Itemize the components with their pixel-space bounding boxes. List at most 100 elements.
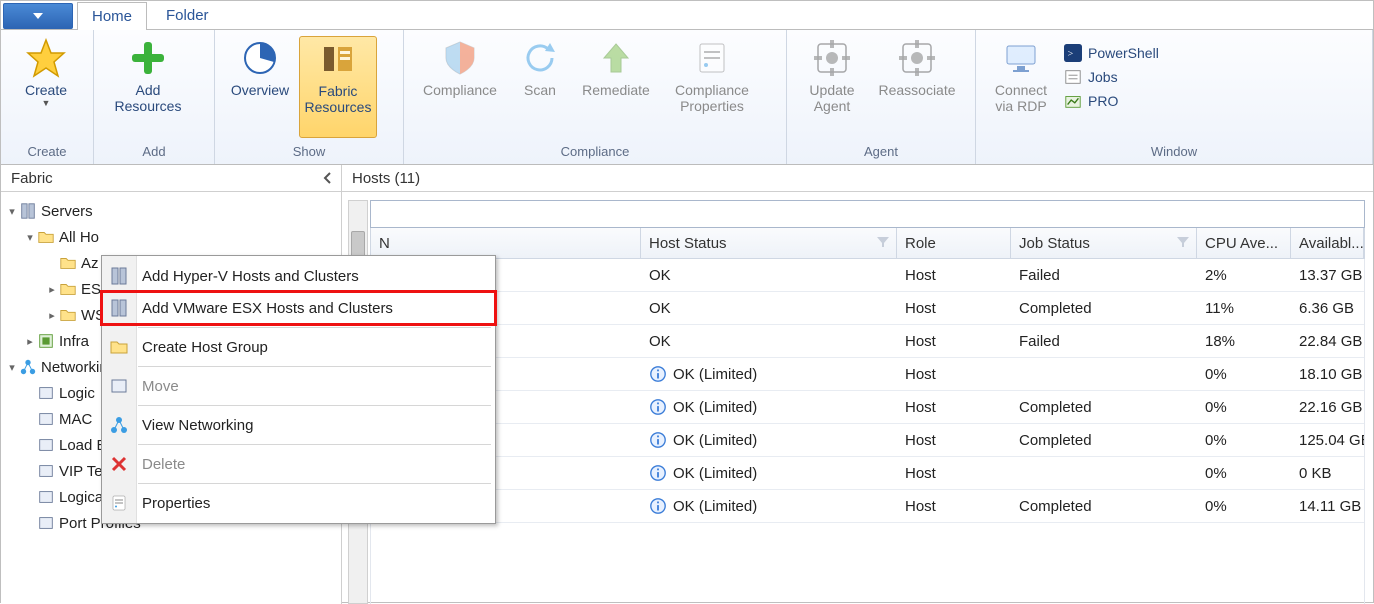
monitor-icon — [1001, 38, 1041, 78]
group-caption-add: Add — [100, 144, 208, 164]
table-row[interactable]: OKHostFailed18%22.84 GB — [371, 325, 1364, 358]
menu-separator — [138, 444, 491, 445]
tree-node-label: Servers — [41, 203, 93, 220]
powershell-icon — [1064, 44, 1082, 62]
col-role-label: Role — [905, 235, 936, 252]
cell-status: OK — [641, 300, 897, 317]
servers-icon — [19, 202, 37, 220]
compliance-button: Compliance — [410, 36, 510, 138]
col-name[interactable]: N — [371, 228, 641, 258]
expand-toggle-icon[interactable]: ▾ — [5, 361, 19, 374]
cell-role: Host — [897, 399, 1011, 416]
table-row[interactable]: OK (Limited)Host0%18.10 GB — [371, 358, 1364, 391]
table-row[interactable]: OK (Limited)HostCompleted0%22.16 GB — [371, 391, 1364, 424]
expand-toggle-icon[interactable]: ▸ — [45, 283, 59, 296]
search-input[interactable] — [370, 200, 1365, 228]
table-row[interactable]: OK (Limited)HostCompleted0%125.04 GB — [371, 424, 1364, 457]
move-icon — [109, 376, 129, 396]
menu-item[interactable]: Properties — [102, 487, 495, 519]
infra-icon — [37, 332, 55, 350]
cell-cpu: 0% — [1197, 399, 1291, 416]
tab-strip: Home Folder — [1, 1, 1373, 30]
ribbon: Create ▼ Create Add Resources Add Overvi… — [1, 30, 1373, 165]
cell-memory: 22.16 GB — [1291, 399, 1364, 416]
info-icon — [649, 464, 667, 482]
nav-title: Fabric — [11, 170, 53, 187]
connect-rdp-button: Connect via RDP — [982, 36, 1060, 138]
add-resources-button[interactable]: Add Resources — [100, 36, 196, 138]
cell-status: OK — [641, 267, 897, 284]
menu-item-label: View Networking — [142, 417, 253, 434]
tree-node[interactable]: ▾ Servers — [1, 198, 341, 224]
jobs-button[interactable]: Jobs — [1064, 68, 1159, 86]
col-memory[interactable]: Availabl... — [1291, 228, 1364, 258]
table-row[interactable]: OKHostFailed2%13.37 GB — [371, 259, 1364, 292]
dropdown-caret-icon: ▼ — [42, 98, 51, 108]
cell-job: Completed — [1011, 432, 1197, 449]
col-name-label: N — [379, 235, 390, 252]
expand-toggle-icon[interactable]: ▸ — [23, 335, 37, 348]
col-host-status[interactable]: Host Status — [641, 228, 897, 258]
menu-item[interactable]: View Networking — [102, 409, 495, 441]
create-button[interactable]: Create ▼ — [7, 36, 85, 138]
lb-icon — [37, 436, 55, 454]
tab-folder[interactable]: Folder — [151, 1, 224, 29]
menu-item[interactable]: Add VMware ESX Hosts and Clusters — [102, 292, 495, 324]
fabric-resources-label: Fabric Resources — [305, 83, 372, 115]
app-menu-button[interactable] — [3, 3, 73, 29]
cell-cpu: 0% — [1197, 366, 1291, 383]
pro-button[interactable]: PRO — [1064, 92, 1159, 110]
compliance-label: Compliance — [423, 82, 497, 98]
main-title: Hosts (11) — [352, 170, 420, 187]
group-caption-show: Show — [221, 144, 397, 164]
menu-separator — [138, 483, 491, 484]
filter-icon[interactable] — [1176, 235, 1190, 249]
col-job-status[interactable]: Job Status — [1011, 228, 1197, 258]
table-row[interactable]: OKHostCompleted11%6.36 GB — [371, 292, 1364, 325]
menu-item-label: Create Host Group — [142, 339, 268, 356]
cell-cpu: 2% — [1197, 267, 1291, 284]
properties-icon — [692, 38, 732, 78]
remediate-label: Remediate — [582, 82, 650, 98]
powershell-button[interactable]: PowerShell — [1064, 44, 1159, 62]
collapse-nav-icon[interactable] — [321, 171, 335, 185]
cell-role: Host — [897, 300, 1011, 317]
col-cpu[interactable]: CPU Ave... — [1197, 228, 1291, 258]
info-icon — [649, 431, 667, 449]
expand-toggle-icon[interactable]: ▾ — [23, 231, 37, 244]
context-menu[interactable]: Add Hyper-V Hosts and Clusters Add VMware… — [101, 255, 496, 524]
expand-toggle-icon[interactable]: ▸ — [45, 309, 59, 322]
table-row[interactable]: OK (Limited)Host0%0 KB — [371, 457, 1364, 490]
col-mem-label: Availabl... — [1299, 235, 1364, 252]
table-row[interactable]: corin4 iu7zu2...OK (Limited)HostComplete… — [371, 490, 1364, 523]
jobs-label: Jobs — [1088, 69, 1118, 85]
net-icon — [109, 415, 129, 435]
group-caption-agent: Agent — [793, 144, 969, 164]
info-icon — [649, 365, 667, 383]
folder-icon — [37, 228, 55, 246]
filter-icon[interactable] — [876, 235, 890, 249]
overview-button[interactable]: Overview — [221, 36, 299, 138]
up-arrow-icon — [596, 38, 636, 78]
menu-item-label: Delete — [142, 456, 185, 473]
col-role[interactable]: Role — [897, 228, 1011, 258]
reassociate-button: Reassociate — [871, 36, 963, 138]
cell-cpu: 18% — [1197, 333, 1291, 350]
cell-role: Host — [897, 333, 1011, 350]
cell-memory: 6.36 GB — [1291, 300, 1364, 317]
expand-toggle-icon[interactable]: ▾ — [5, 205, 19, 218]
reassociate-label: Reassociate — [878, 82, 955, 98]
info-icon — [649, 497, 667, 515]
tree-node[interactable]: ▾ All Ho — [1, 224, 341, 250]
cell-job: Completed — [1011, 399, 1197, 416]
cell-role: Host — [897, 267, 1011, 284]
tree-node-label: All Ho — [59, 229, 99, 246]
menu-item-label: Add Hyper-V Hosts and Clusters — [142, 268, 359, 285]
fabric-resources-button[interactable]: Fabric Resources — [299, 36, 377, 138]
menu-item[interactable]: Create Host Group — [102, 331, 495, 363]
logical-icon — [37, 384, 55, 402]
tab-home[interactable]: Home — [77, 2, 147, 30]
menu-item[interactable]: Add Hyper-V Hosts and Clusters — [102, 260, 495, 292]
folder-icon — [59, 280, 77, 298]
mac-icon — [37, 410, 55, 428]
